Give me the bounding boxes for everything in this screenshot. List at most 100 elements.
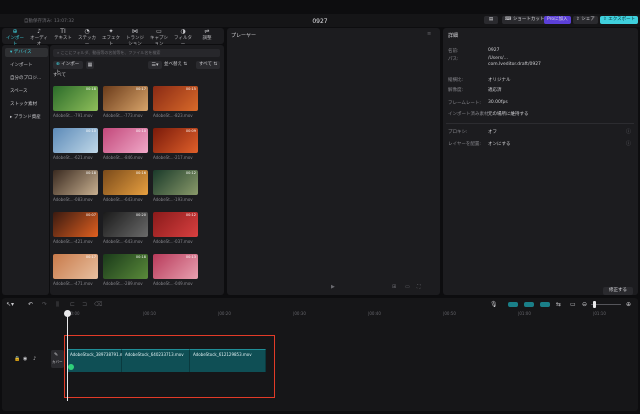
filter-icon: ◑	[180, 28, 186, 35]
timeline-ruler[interactable]: 00:00 |00:10 |00:20 |00:30 |00:40 |00:50 |01:0…	[64, 311, 638, 319]
delete-icon[interactable]: ⌫	[94, 301, 102, 308]
sidebar-item-1[interactable]: インポート	[5, 61, 48, 70]
tab-sticker[interactable]: ◔ステッカー	[76, 28, 98, 47]
detail-value: com.lveditor.draft/0927	[488, 62, 541, 67]
share-button[interactable]: ⇪ シェア	[573, 16, 598, 24]
detail-label: レイヤーを配置:	[448, 142, 481, 147]
magnet-toggle-icon[interactable]	[524, 302, 534, 307]
zoom-in-icon[interactable]: ⊕	[626, 301, 631, 308]
ruler-tick-label: |00:10	[143, 311, 156, 316]
media-thumbnail[interactable]: 00:13	[153, 254, 198, 279]
tab-adjust[interactable]: ⇌ 調整	[196, 28, 218, 44]
media-thumbnail[interactable]: 00:18	[53, 170, 98, 195]
duration-label: 00:18	[135, 255, 146, 259]
media-thumbnail[interactable]: 00:10	[53, 128, 98, 153]
detail-value: 適応済	[488, 88, 502, 93]
playhead[interactable]	[67, 311, 68, 401]
media-caption: AdobeSt...-791.mov	[53, 113, 93, 118]
import-button[interactable]: ⊕ インポート	[53, 61, 83, 75]
media-sidebar: ▾ デバイス インポート自分のプロジ... スペースストック素材 ▸ ブランド資産	[2, 45, 49, 295]
split-right-icon[interactable]: ⊐	[82, 301, 87, 308]
audio-icon: ♪	[37, 28, 41, 35]
zoom-out-icon[interactable]: ⊖	[582, 301, 587, 308]
media-thumbnail[interactable]: 00:10	[103, 128, 148, 153]
sidebar-item-4[interactable]: ストック素材	[5, 100, 48, 109]
list-view-icon[interactable]: ☰▾	[148, 61, 162, 69]
redo-icon[interactable]: ↷	[42, 301, 47, 308]
menu-icon[interactable]: ≡	[427, 31, 431, 37]
media-thumbnail[interactable]: 00:17	[53, 254, 98, 279]
crop-icon[interactable]: ⊞	[392, 284, 396, 290]
proxy-info-icon[interactable]: ⓘ	[626, 128, 631, 135]
audio-mute-icon[interactable]: ♪	[33, 356, 36, 362]
media-caption: AdobeSt...-773.mov	[103, 113, 143, 118]
tab-caption[interactable]: ▭キャプション	[148, 28, 170, 47]
detail-label: 縦横比:	[448, 78, 464, 83]
tab-effect[interactable]: ✦エフェクト	[100, 28, 122, 47]
tab-text[interactable]: TI テキスト	[52, 28, 74, 44]
tab-import[interactable]: ⊕インポート	[4, 28, 26, 47]
ruler-tick-label: |01:10	[593, 311, 606, 316]
media-thumbnail[interactable]: 00:12	[153, 170, 198, 195]
split-left-icon[interactable]: ⊏	[70, 301, 75, 308]
media-thumbnail[interactable]: 00:16	[103, 170, 148, 195]
detail-label: パス:	[448, 57, 459, 62]
detail-value: 30.00fps	[488, 100, 508, 105]
sidebar-item-0[interactable]: ▾ デバイス	[5, 48, 48, 57]
shortcut-button[interactable]: ⌨ ショートカット	[502, 16, 548, 24]
project-title[interactable]: 0927	[300, 18, 340, 25]
ruler-tick-label: |00:50	[443, 311, 456, 316]
split-icon[interactable]: ⫼	[56, 301, 59, 309]
ratio-icon[interactable]: ▭	[405, 284, 410, 290]
media-thumbnail[interactable]: 00:18	[103, 254, 148, 279]
filter-all-button[interactable]: すべて ⇅	[196, 61, 220, 69]
tab-transition[interactable]: ⋈トランジション	[124, 28, 146, 47]
link-toggle-icon[interactable]	[508, 302, 518, 307]
undo-icon[interactable]: ↶	[28, 301, 33, 308]
grid-view-icon[interactable]: ▦	[86, 61, 94, 69]
cover-button[interactable]: ✎ カバー	[51, 350, 64, 368]
media-thumbnail[interactable]: 00:20	[103, 212, 148, 237]
media-thumbnail[interactable]: 00:15	[153, 86, 198, 111]
sort-button[interactable]: 並べ替え ⇅	[164, 61, 187, 69]
caption-track-icon[interactable]: ▭	[570, 301, 576, 308]
tab-label: テキスト	[54, 36, 72, 41]
play-icon[interactable]: ▶	[331, 284, 335, 290]
details-panel: 詳細	[443, 28, 638, 295]
tab-audio[interactable]: ♪オーディオ	[28, 28, 50, 47]
preview-toggle-icon[interactable]	[540, 302, 550, 307]
detail-label: フレームレート:	[448, 101, 481, 106]
lock-icon[interactable]: 🔒	[14, 356, 20, 362]
tab-filter[interactable]: ◑フィルター	[172, 28, 194, 47]
sidebar-item-3[interactable]: スペース	[5, 87, 48, 96]
search-placeholder: ここにフォルダ、動画等の名前等を、ファイル名を検索	[60, 50, 161, 55]
zoom-slider-handle[interactable]	[593, 301, 596, 308]
media-thumbnail[interactable]: 00:07	[53, 212, 98, 237]
media-thumbnail[interactable]: 00:17	[103, 86, 148, 111]
split-view-icon[interactable]: ⇆	[556, 301, 561, 308]
cover-label: カバー	[52, 360, 63, 364]
export-button[interactable]: ⇧ エクスポート	[600, 16, 639, 24]
pro-button[interactable]: Proに加入	[544, 16, 571, 24]
media-thumbnail[interactable]: 00:18	[53, 86, 98, 111]
media-caption: AdobeSt...-643.mov	[103, 197, 143, 202]
modify-button[interactable]: 修正する	[603, 287, 633, 295]
microphone-icon[interactable]: 🎙	[490, 301, 498, 308]
ruler-tick-label: |00:20	[218, 311, 231, 316]
keyboard-icon: ⌨	[505, 17, 513, 22]
sidebar-item-5[interactable]: ▸ ブランド資産	[5, 113, 48, 122]
fullscreen-icon[interactable]: ⛶	[417, 284, 421, 290]
media-caption: AdobeSt...-643.mov	[103, 239, 143, 244]
playhead-handle[interactable]	[64, 310, 71, 317]
duration-label: 00:17	[135, 87, 146, 91]
select-tool-icon[interactable]: ↖▾	[6, 301, 14, 308]
layer-info-icon[interactable]: ⓘ	[626, 140, 631, 147]
media-thumbnail[interactable]: 00:09	[153, 128, 198, 153]
media-thumbnail[interactable]: 00:12	[153, 212, 198, 237]
sidebar-item-2[interactable]: 自分のプロジ...	[5, 74, 48, 83]
edit-icon: ✎	[54, 352, 59, 358]
layout-icon[interactable]: ▤	[484, 16, 498, 24]
sticker-icon: ◔	[84, 28, 90, 35]
search-input[interactable]: ⌕ ここにフォルダ、動画等の名前等を、ファイル名を検索	[53, 49, 220, 57]
eye-icon[interactable]: ◉	[23, 356, 27, 362]
